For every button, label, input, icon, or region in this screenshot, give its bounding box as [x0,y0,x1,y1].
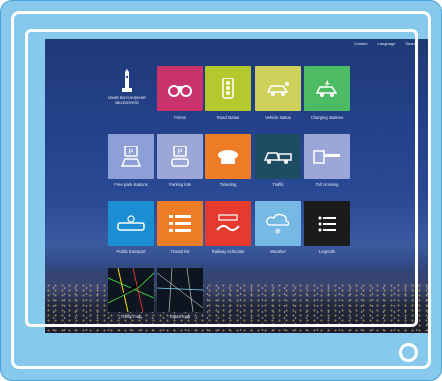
tile-toll-crossing[interactable] [304,134,350,179]
logo-text: İZMİR BÜYÜKŞEHİR BELEDİYESİ [107,95,146,105]
home-button[interactable] [399,343,418,362]
tile-ticketing[interactable] [205,134,251,179]
tile-road-status[interactable] [205,66,251,111]
tram-icon [117,214,145,231]
tile-vehicle-status[interactable] [255,66,301,111]
header-link-contact[interactable]: Contact [354,41,368,46]
tile-parking-lots[interactable]: P [157,134,203,179]
traffic-map-lines [108,268,154,312]
city-lights [45,283,428,333]
route-map-thumbnail[interactable] [157,268,203,312]
toll-barrier-icon [313,149,340,164]
svg-text:P: P [178,149,183,156]
tile-label-legends: Legends [318,249,336,254]
route-map-lines [157,268,203,312]
svg-text:P: P [129,149,134,156]
tow-truck-icon [263,151,292,164]
train-map-icon [216,213,240,231]
list-icon [169,214,191,232]
ticket-car-icon [218,149,238,164]
tile-points[interactable] [157,66,203,111]
header-link-language[interactable]: Language [378,41,396,46]
map-label-route: Route map [169,314,191,319]
tablet-device: Contact Language Search İZMİR BÜYÜKŞEHİR… [0,0,442,381]
car-location-icon [266,81,289,96]
tile-legends[interactable] [304,201,350,246]
menu-list-icon [318,216,336,231]
tile-free-park-stations[interactable]: P [108,134,154,179]
binoculars-icon [168,84,192,97]
ev-car-icon [315,79,338,97]
tile-transit-list[interactable] [157,201,203,246]
tile-traffic[interactable] [255,134,301,179]
traffic-map-thumbnail[interactable] [108,268,154,312]
tile-charging-stations[interactable] [304,66,350,111]
tile-weather[interactable]: ❄ [255,201,301,246]
header-link-search[interactable]: Search [405,41,418,46]
snow-cloud-icon: ❄ [266,213,290,235]
tile-public-transport[interactable] [108,201,154,246]
app-screen: Contact Language Search İZMİR BÜYÜKŞEHİR… [45,39,428,333]
parking-icon: P [120,145,142,167]
city-logo[interactable]: İZMİR BÜYÜKŞEHİR BELEDİYESİ [107,69,147,105]
parking-car-icon: P [171,145,189,167]
tile-label-charging-stations: Charging stations [310,115,344,120]
svg-text:❄: ❄ [275,227,282,235]
tile-railway-schedule[interactable] [205,201,251,246]
clock-tower-icon [122,69,132,92]
tile-label-toll-crossing: Toll crossing [315,182,339,187]
traffic-light-icon [222,77,234,99]
header-links: Contact Language Search [354,41,418,46]
